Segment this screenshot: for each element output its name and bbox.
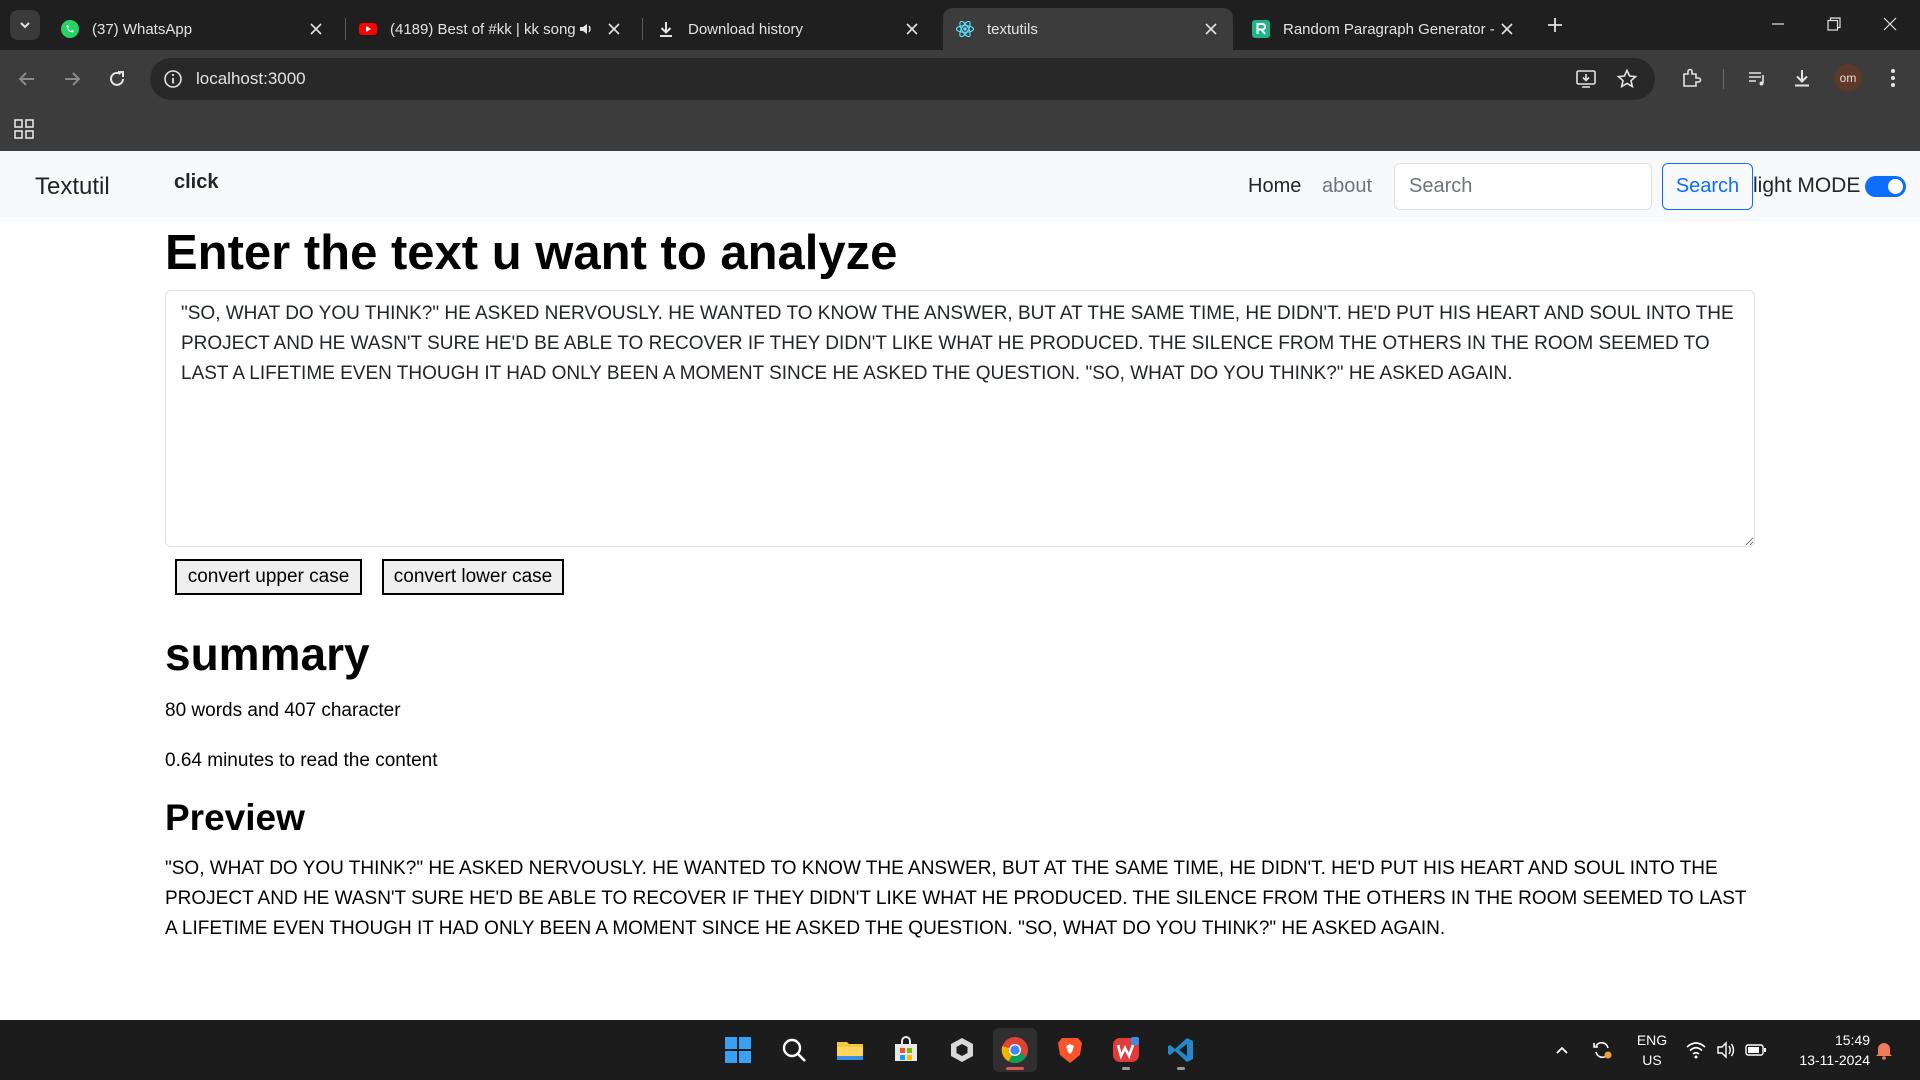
nav-link-click[interactable]: click bbox=[174, 171, 218, 194]
youtube-icon bbox=[358, 19, 378, 39]
plus-icon bbox=[1548, 18, 1562, 32]
convert-lower-case-button[interactable]: convert lower case bbox=[382, 559, 564, 595]
sync-icon[interactable] bbox=[1590, 1038, 1614, 1062]
minimize-icon bbox=[1772, 23, 1784, 25]
close-tab-icon[interactable] bbox=[1497, 19, 1517, 39]
profile-avatar[interactable]: om bbox=[1834, 64, 1862, 92]
whatsapp-icon bbox=[60, 19, 80, 39]
forward-button[interactable] bbox=[55, 62, 89, 96]
tab-search-button[interactable] bbox=[10, 10, 40, 40]
tab-title: (37) WhatsApp bbox=[92, 20, 193, 38]
site-info-icon[interactable] bbox=[162, 68, 184, 90]
restore-button[interactable] bbox=[1806, 0, 1862, 48]
back-arrow-icon bbox=[18, 72, 34, 86]
reload-icon bbox=[110, 71, 124, 86]
close-icon bbox=[1883, 17, 1897, 31]
active-app-indicator bbox=[1006, 1067, 1024, 1070]
unity-icon[interactable] bbox=[940, 1028, 984, 1072]
running-app-indicator bbox=[1177, 1067, 1185, 1070]
brave-icon[interactable] bbox=[1048, 1028, 1092, 1072]
menu-kebab-icon[interactable] bbox=[1878, 63, 1908, 93]
system-clock[interactable]: 15:49 13-11-2024 bbox=[1780, 1030, 1870, 1070]
new-tab-button[interactable] bbox=[1540, 10, 1570, 40]
convert-upper-case-button[interactable]: convert upper case bbox=[175, 559, 362, 595]
r-logo-icon bbox=[1251, 19, 1271, 39]
notification-bell-icon[interactable] bbox=[1872, 1038, 1896, 1062]
tab-youtube[interactable]: (4189) Best of #kk | kk song bbox=[346, 8, 636, 50]
tab-title: Random Paragraph Generator - bbox=[1283, 20, 1495, 38]
clock-time: 15:49 bbox=[1834, 1032, 1870, 1048]
tab-download-history[interactable]: Download history bbox=[644, 8, 934, 50]
restore-icon bbox=[1827, 17, 1841, 31]
microsoft-store-icon[interactable] bbox=[884, 1028, 928, 1072]
dark-mode-toggle[interactable] bbox=[1865, 176, 1906, 197]
nav-link-about[interactable]: about bbox=[1322, 175, 1372, 198]
show-hidden-icons-chevron-up-icon[interactable] bbox=[1550, 1038, 1574, 1062]
close-window-button[interactable] bbox=[1862, 0, 1918, 48]
nav-link-home[interactable]: Home bbox=[1248, 175, 1301, 198]
media-control-icon[interactable] bbox=[1742, 63, 1772, 93]
tab-separator bbox=[642, 18, 643, 40]
close-tab-icon[interactable] bbox=[1201, 19, 1221, 39]
windows-taskbar: ENG US 15:49 13-11-2024 bbox=[0, 1020, 1920, 1080]
downloads-icon[interactable] bbox=[1787, 63, 1817, 93]
word-char-count: 80 words and 407 character bbox=[165, 700, 401, 721]
wifi-icon[interactable] bbox=[1684, 1038, 1708, 1062]
web-page: Textutil click Home about Search light M… bbox=[0, 151, 1920, 1020]
forward-arrow-icon bbox=[65, 72, 81, 86]
chevron-down-icon bbox=[20, 22, 30, 29]
page-title: Enter the text u want to analyze bbox=[165, 226, 898, 280]
windows-start-icon[interactable] bbox=[716, 1028, 760, 1072]
reload-button[interactable] bbox=[100, 62, 134, 96]
volume-icon[interactable] bbox=[1714, 1038, 1738, 1062]
navbar-brand[interactable]: Textutil bbox=[35, 173, 110, 201]
react-icon bbox=[955, 19, 975, 39]
region-code: US bbox=[1642, 1052, 1662, 1068]
mode-label: light MODE bbox=[1753, 174, 1861, 197]
extensions-icon[interactable] bbox=[1676, 63, 1706, 93]
close-tab-icon[interactable] bbox=[306, 19, 326, 39]
tab-textutils[interactable]: textutils bbox=[943, 8, 1233, 50]
apps-grid-icon[interactable] bbox=[12, 117, 36, 141]
chrome-icon[interactable] bbox=[993, 1028, 1037, 1072]
back-button[interactable] bbox=[10, 62, 44, 96]
tab-title: textutils bbox=[987, 20, 1038, 38]
summary-heading: summary bbox=[165, 628, 370, 680]
vscode-icon[interactable] bbox=[1159, 1028, 1203, 1072]
bookmarks-bar bbox=[0, 107, 1920, 151]
tab-whatsapp[interactable]: (37) WhatsApp bbox=[48, 8, 338, 50]
tab-title: (4189) Best of #kk | kk song bbox=[390, 20, 576, 38]
bookmark-star-icon[interactable] bbox=[1615, 67, 1639, 91]
app-navbar: Textutil click Home about Search light M… bbox=[0, 151, 1920, 222]
file-explorer-icon[interactable] bbox=[828, 1028, 872, 1072]
search-input[interactable] bbox=[1394, 163, 1652, 210]
read-time: 0.64 minutes to read the content bbox=[165, 750, 438, 771]
tab-random-paragraph[interactable]: Random Paragraph Generator - bbox=[1239, 8, 1529, 50]
wps-office-icon[interactable] bbox=[1104, 1028, 1148, 1072]
running-app-indicator bbox=[1122, 1067, 1130, 1070]
preview-heading: Preview bbox=[165, 797, 305, 838]
close-tab-icon[interactable] bbox=[604, 19, 624, 39]
download-icon bbox=[656, 19, 676, 39]
install-app-icon[interactable] bbox=[1574, 67, 1598, 91]
text-input-area[interactable]: "SO, WHAT DO YOU THINK?" HE ASKED NERVOU… bbox=[165, 290, 1755, 547]
preview-text: "SO, WHAT DO YOU THINK?" HE ASKED NERVOU… bbox=[165, 858, 1747, 939]
search-button[interactable]: Search bbox=[1662, 163, 1753, 210]
browser-tab-strip: (37) WhatsApp (4189) Best of #kk | kk so… bbox=[0, 0, 1920, 50]
input-language-indicator[interactable]: ENG US bbox=[1632, 1030, 1672, 1070]
tab-title: Download history bbox=[688, 20, 804, 38]
toggle-knob bbox=[1888, 179, 1903, 194]
close-tab-icon[interactable] bbox=[902, 19, 922, 39]
url-text[interactable]: localhost:3000 bbox=[196, 69, 306, 89]
search-icon[interactable] bbox=[772, 1028, 816, 1072]
browser-toolbar: localhost:3000 om bbox=[0, 50, 1920, 107]
battery-icon[interactable] bbox=[1744, 1038, 1768, 1062]
toolbar-separator bbox=[1723, 69, 1724, 89]
speaker-icon[interactable] bbox=[576, 19, 596, 39]
language-code: ENG bbox=[1636, 1032, 1668, 1048]
minimize-button[interactable] bbox=[1750, 0, 1806, 48]
clock-date: 13-11-2024 bbox=[1799, 1052, 1870, 1068]
address-bar[interactable]: localhost:3000 bbox=[150, 58, 1655, 100]
